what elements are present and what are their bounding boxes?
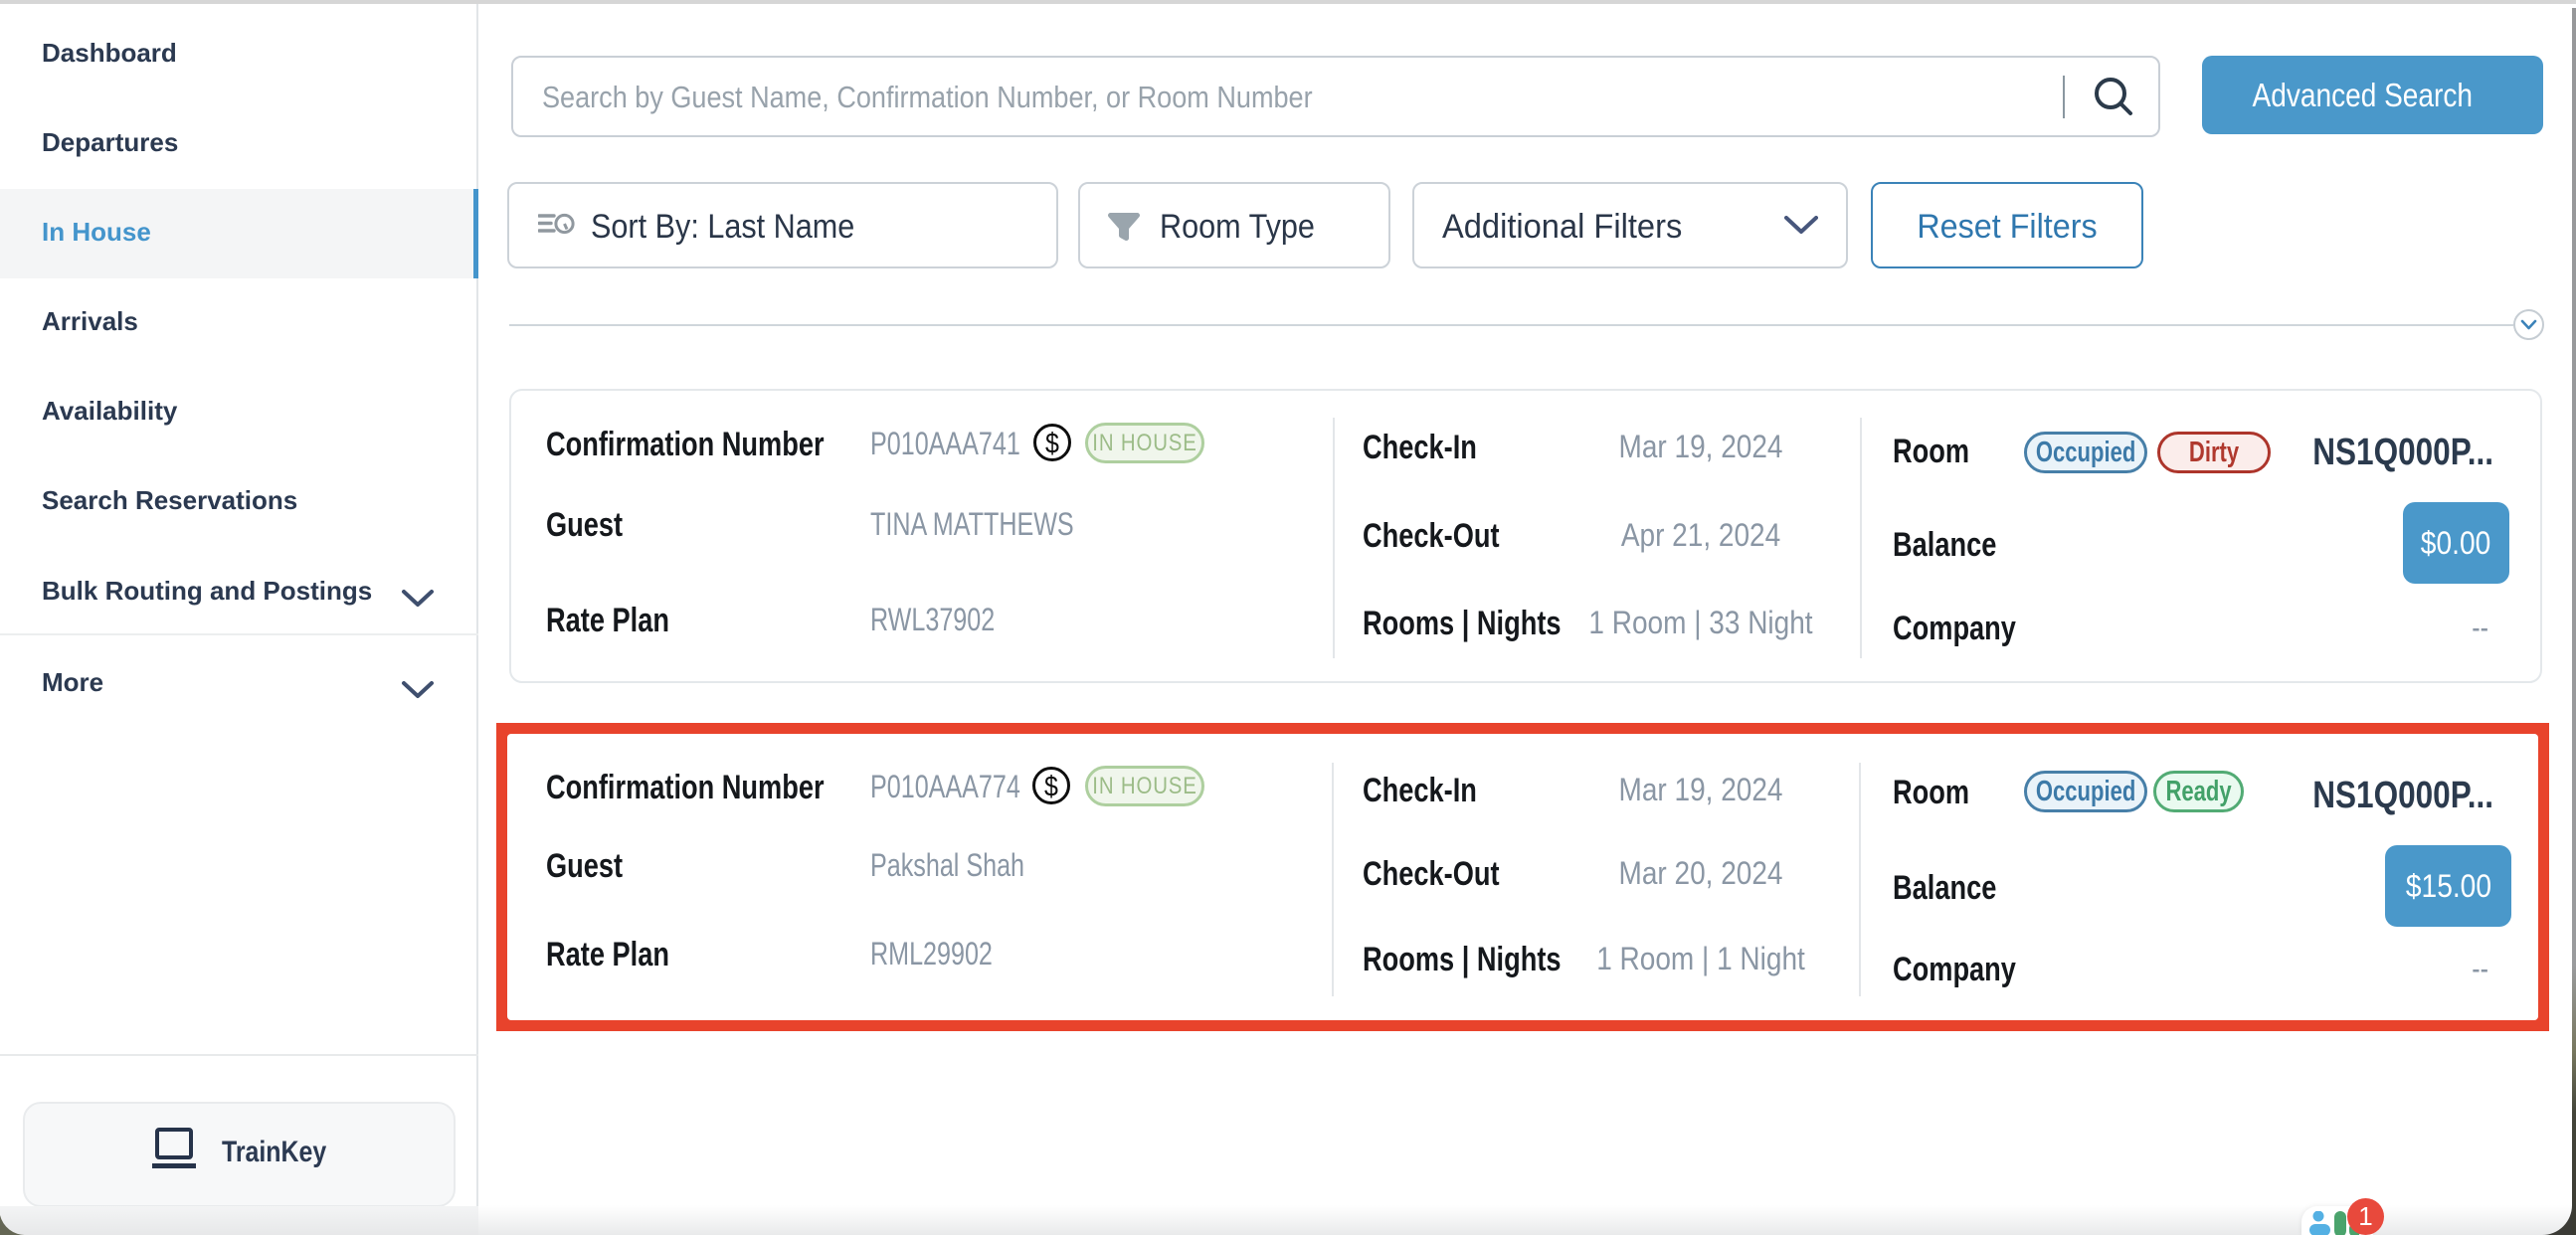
svg-text:$: $ [1045, 428, 1059, 459]
svg-text:$: $ [1044, 771, 1058, 802]
